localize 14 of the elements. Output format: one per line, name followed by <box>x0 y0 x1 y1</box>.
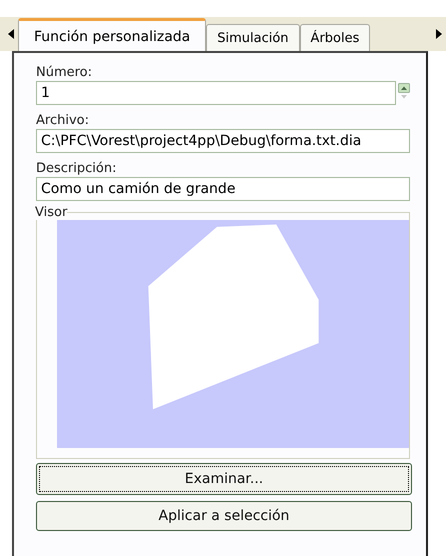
scroll-left-icon[interactable] <box>8 29 14 39</box>
group-title: Visor <box>35 205 68 220</box>
field-label: Archivo: <box>36 112 90 129</box>
field-label: Número: <box>36 64 94 81</box>
input-field[interactable]: C:\PFC\Vorest\project4pp\Debug\forma.txt.dia <box>36 129 410 153</box>
tab[interactable]: Árboles <box>300 24 370 51</box>
tab[interactable]: Función personalizada <box>18 18 206 51</box>
button[interactable]: Aplicar a selección <box>36 501 412 531</box>
input-field[interactable]: Como un camión de grande <box>36 177 410 201</box>
field-label: Descripción: <box>36 160 118 177</box>
scroll-right-icon[interactable] <box>436 29 442 39</box>
button[interactable]: Examinar... <box>36 463 412 495</box>
input-field[interactable]: 1 <box>36 81 396 105</box>
tab[interactable]: Simulación <box>206 24 300 51</box>
